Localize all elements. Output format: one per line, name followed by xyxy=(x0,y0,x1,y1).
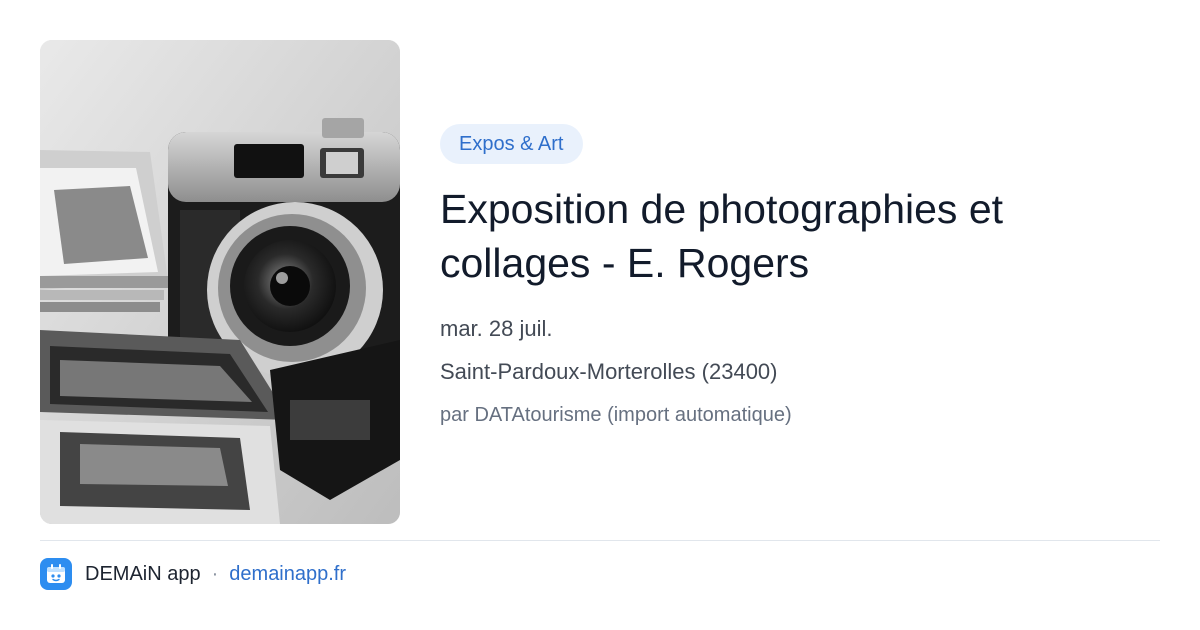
category-badge[interactable]: Expos & Art xyxy=(440,124,583,164)
app-name: DEMAiN app xyxy=(85,562,201,585)
footer-divider xyxy=(40,540,1160,541)
domain-link[interactable]: demainapp.fr xyxy=(229,563,346,586)
footer-separator: · xyxy=(211,562,219,585)
event-source: par DATAtourisme (import automatique) xyxy=(440,404,792,426)
demain-app-icon xyxy=(40,558,72,590)
event-title: Exposition de photographies et collages … xyxy=(440,186,1004,286)
share-card: Expos & Art Exposition de photographies … xyxy=(0,0,1200,630)
event-photo xyxy=(40,40,400,524)
event-date: mar. 28 juil. xyxy=(440,316,553,341)
footer: DEMAiN app · demainapp.fr xyxy=(40,558,346,590)
camera-photo-illustration xyxy=(40,40,400,524)
event-location: Saint-Pardoux-Morterolles (23400) xyxy=(440,359,778,384)
